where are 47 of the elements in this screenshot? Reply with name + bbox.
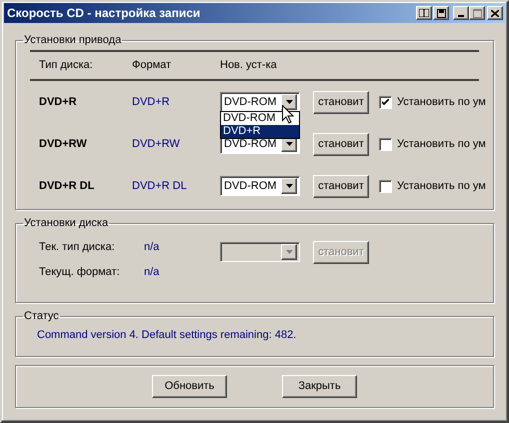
default-checkbox[interactable] bbox=[379, 180, 392, 192]
default-checkbox[interactable] bbox=[379, 138, 392, 150]
column-header: Нов. уст-ка bbox=[220, 58, 277, 74]
disc-type-label: DVD+R DL bbox=[39, 178, 96, 194]
maximize-button[interactable] bbox=[469, 6, 485, 20]
close-button[interactable] bbox=[487, 6, 503, 20]
checkbox-label: Установить по ум bbox=[397, 136, 486, 152]
field-label: Тек. тип диска: bbox=[39, 240, 116, 255]
dropdown-field[interactable]: DVD-ROM bbox=[220, 92, 300, 112]
column-header: Тип диска: bbox=[39, 58, 94, 74]
set-button[interactable]: становит bbox=[313, 174, 369, 198]
caret-icon bbox=[286, 250, 292, 254]
group-title: Установки привода bbox=[23, 35, 122, 46]
dropdown-field[interactable]: DVD-ROM bbox=[220, 176, 300, 196]
field-label: Текущ. формат: bbox=[39, 264, 121, 280]
disc-type-label: DVD+RW bbox=[39, 136, 88, 152]
dialog-button[interactable]: Закрыть bbox=[282, 375, 357, 398]
dropdown-option[interactable]: DVD+R bbox=[221, 125, 299, 138]
field-value: n/a bbox=[144, 264, 160, 280]
disc-type-label: DVD+R bbox=[39, 94, 78, 110]
checkmark-icon bbox=[382, 98, 389, 106]
checkbox-label: Установить по ум bbox=[397, 94, 486, 110]
group-title: Статус bbox=[23, 311, 60, 322]
dropdown-button[interactable] bbox=[281, 178, 297, 194]
set-button[interactable]: становит bbox=[313, 132, 369, 156]
book-icon[interactable] bbox=[416, 6, 432, 20]
checkbox-label: Установить по ум bbox=[397, 178, 486, 194]
window-title: Скорость CD - настройка записи bbox=[7, 5, 202, 22]
minimize-icon bbox=[458, 15, 464, 17]
dropdown-button[interactable] bbox=[281, 94, 297, 110]
dialog-button[interactable]: Обновить bbox=[152, 375, 227, 398]
status-message: Command version 4. Default settings remaining: 482. bbox=[36, 328, 298, 343]
caret-icon bbox=[286, 184, 292, 188]
format-value: DVD+R DL bbox=[132, 178, 188, 194]
field-value: n/a bbox=[144, 240, 160, 255]
format-value: DVD+RW bbox=[132, 136, 181, 152]
column-header: Формат bbox=[132, 58, 172, 74]
group-title: Установки диска bbox=[23, 218, 110, 229]
close-icon bbox=[491, 10, 499, 16]
caret-icon bbox=[286, 142, 292, 146]
save-icon[interactable] bbox=[433, 6, 449, 20]
dropdown-option[interactable]: DVD-ROM bbox=[221, 112, 299, 125]
default-checkbox[interactable] bbox=[379, 96, 392, 108]
format-value: DVD+R bbox=[132, 94, 171, 110]
set-button[interactable]: становит bbox=[313, 90, 369, 114]
maximize-icon bbox=[472, 8, 482, 18]
minimize-button[interactable] bbox=[453, 6, 469, 20]
